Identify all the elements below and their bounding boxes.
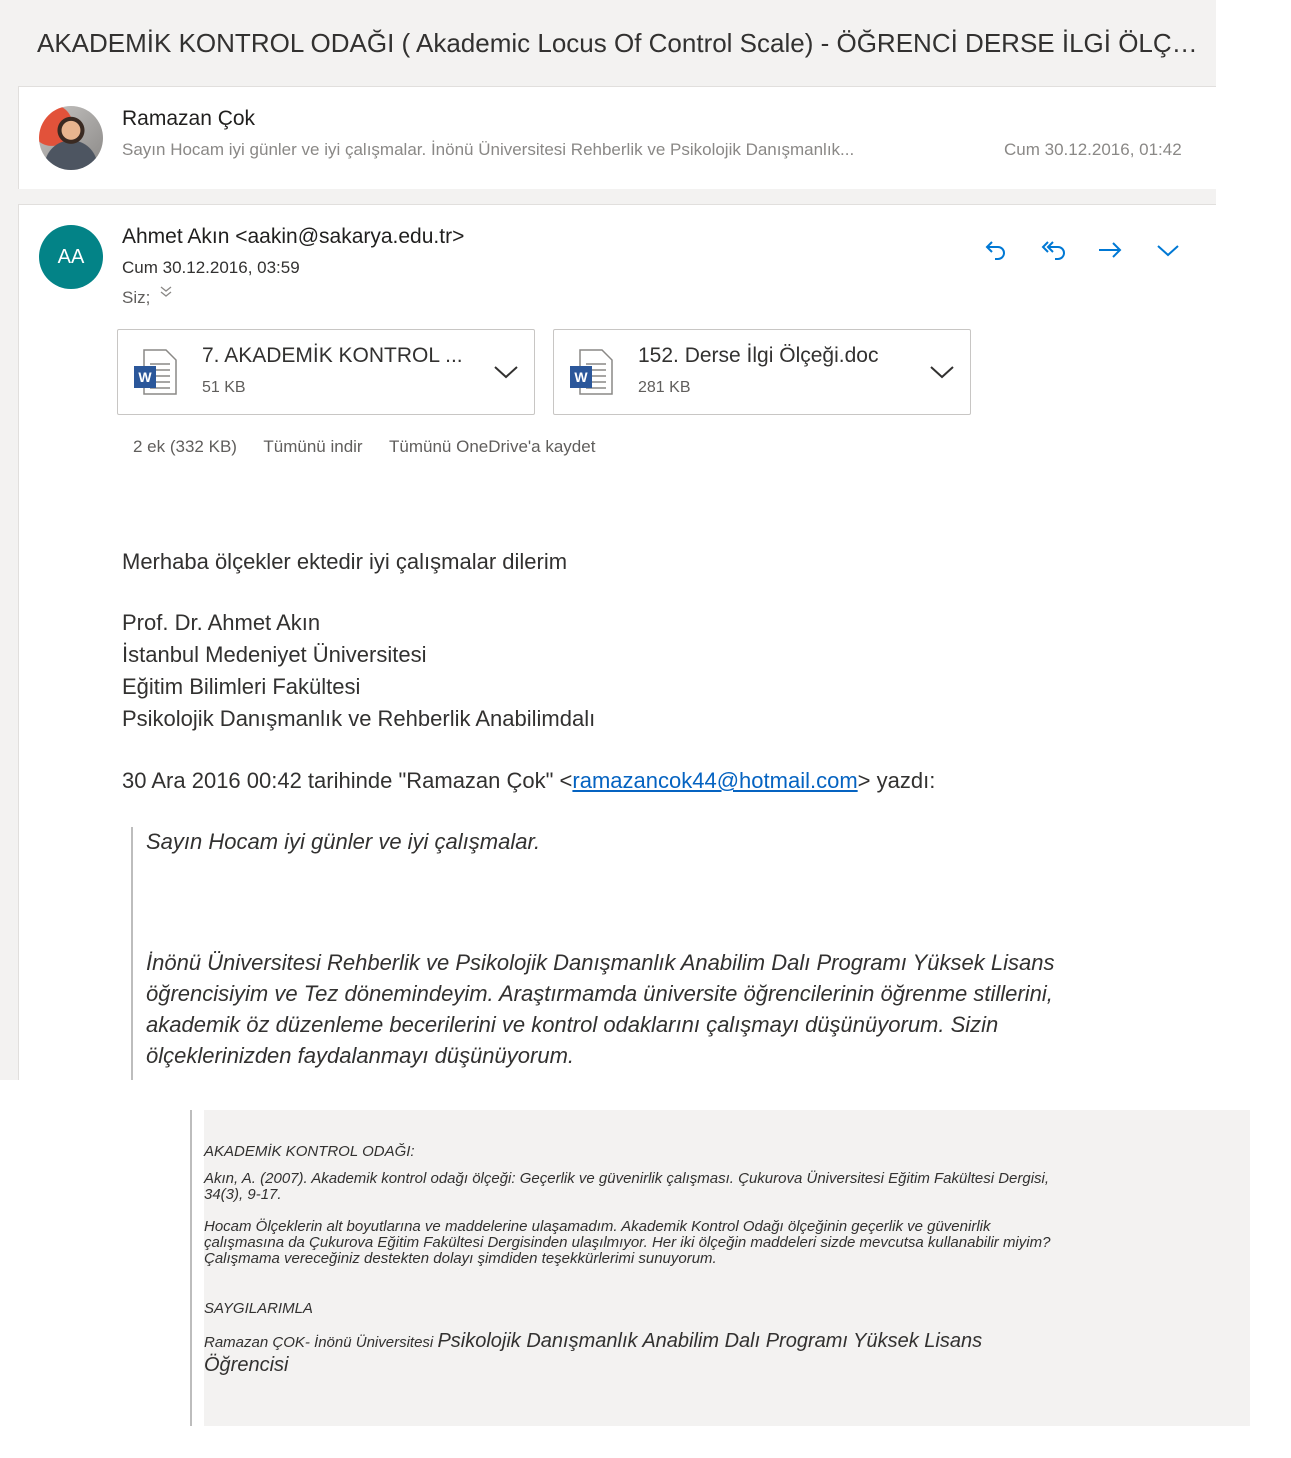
word-document-icon: W bbox=[134, 349, 177, 395]
message-date: Cum 30.12.2016, 01:42 bbox=[1004, 140, 1182, 159]
attachment-card[interactable]: W 7. AKADEMİK KONTROL ... 51 KB bbox=[117, 329, 535, 415]
quoted-closing: SAYGILARIMLA bbox=[204, 1300, 313, 1317]
message-greeting: Merhaba ölçekler ektedir iyi çalışmalar … bbox=[122, 549, 568, 574]
sender-avatar-photo bbox=[39, 106, 103, 170]
message-date: Cum 30.12.2016, 03:59 bbox=[122, 258, 300, 277]
message-preview: Sayın Hocam iyi günler ve iyi çalışmalar… bbox=[122, 140, 855, 159]
attachment-menu-chevron-icon[interactable] bbox=[928, 358, 956, 386]
forward-icon[interactable] bbox=[1095, 235, 1129, 269]
svg-text:W: W bbox=[138, 369, 152, 385]
signature-line: İstanbul Medeniyet Üniversitesi bbox=[122, 642, 427, 667]
quote-bar bbox=[131, 827, 133, 1080]
attachment-size: 51 KB bbox=[202, 379, 246, 396]
signature-line: Eğitim Bilimleri Fakültesi bbox=[122, 674, 361, 699]
signature-line: Prof. Dr. Ahmet Akın bbox=[122, 610, 321, 635]
signature-line: Psikolojik Danışmanlık ve Rehberlik Anab… bbox=[122, 706, 596, 731]
sender-avatar: AA bbox=[39, 225, 103, 289]
recipient-label: Siz; bbox=[122, 288, 151, 307]
attachment-count: 2 ek (332 KB) bbox=[133, 437, 237, 456]
attachment-menu-chevron-icon[interactable] bbox=[492, 358, 520, 386]
quoted-heading: AKADEMİK KONTROL ODAĞI: bbox=[204, 1143, 415, 1160]
quoted-content-continued: AKADEMİK KONTROL ODAĞI: Akın, A. (2007).… bbox=[204, 1110, 1250, 1426]
quoted-greeting: Sayın Hocam iyi günler ve iyi çalışmalar… bbox=[146, 829, 541, 854]
attachment-summary-bar: 2 ek (332 KB) Tümünü indir Tümünü OneDri… bbox=[133, 437, 617, 457]
quoted-paragraph: İnönü Üniversitesi Rehberlik ve Psikoloj… bbox=[146, 950, 1055, 1068]
attachment-name: 7. AKADEMİK KONTROL ... bbox=[202, 344, 463, 367]
expanded-message-card: AA Ahmet Akın <aakin@sakarya.edu.tr> Cum… bbox=[18, 204, 1216, 1080]
sender-address[interactable]: Ahmet Akın <aakin@sakarya.edu.tr> bbox=[122, 225, 464, 249]
svg-text:W: W bbox=[574, 369, 588, 385]
quoted-signature: Ramazan ÇOK- İnönü Üniversitesi Psikoloj… bbox=[204, 1330, 983, 1376]
quote-intro: 30 Ara 2016 00:42 tarihinde "Ramazan Çok… bbox=[122, 768, 936, 793]
mail-reading-pane: AKADEMİK KONTROL ODAĞI ( Akademic Locus … bbox=[0, 0, 1216, 1080]
quote-bar bbox=[190, 1110, 192, 1426]
attachment-name: 152. Derse İlgi Ölçeği.doc bbox=[638, 344, 879, 367]
save-to-onedrive-link[interactable]: Tümünü OneDrive'a kaydet bbox=[389, 437, 595, 456]
attachment-size: 281 KB bbox=[638, 379, 691, 396]
word-document-icon: W bbox=[570, 349, 613, 395]
quoted-request: Hocam Ölçeklerin alt boyutlarına ve madd… bbox=[204, 1218, 1051, 1267]
email-subject: AKADEMİK KONTROL ODAĞI ( Akademic Locus … bbox=[37, 28, 1209, 58]
expand-recipients-icon[interactable] bbox=[159, 285, 173, 304]
quoted-email-link[interactable]: ramazancok44@hotmail.com bbox=[572, 768, 857, 793]
more-chevron-icon[interactable] bbox=[1153, 235, 1187, 269]
quoted-citation: Akın, A. (2007). Akademik kontrol odağı … bbox=[204, 1170, 1050, 1203]
attachment-card[interactable]: W 152. Derse İlgi Ölçeği.doc 281 KB bbox=[553, 329, 971, 415]
collapsed-message-card[interactable]: Ramazan Çok Sayın Hocam iyi günler ve iy… bbox=[18, 86, 1216, 189]
download-all-link[interactable]: Tümünü indir bbox=[263, 437, 362, 456]
sender-name: Ramazan Çok bbox=[122, 107, 256, 130]
reply-icon[interactable] bbox=[981, 235, 1015, 269]
reply-all-icon[interactable] bbox=[1039, 235, 1073, 269]
